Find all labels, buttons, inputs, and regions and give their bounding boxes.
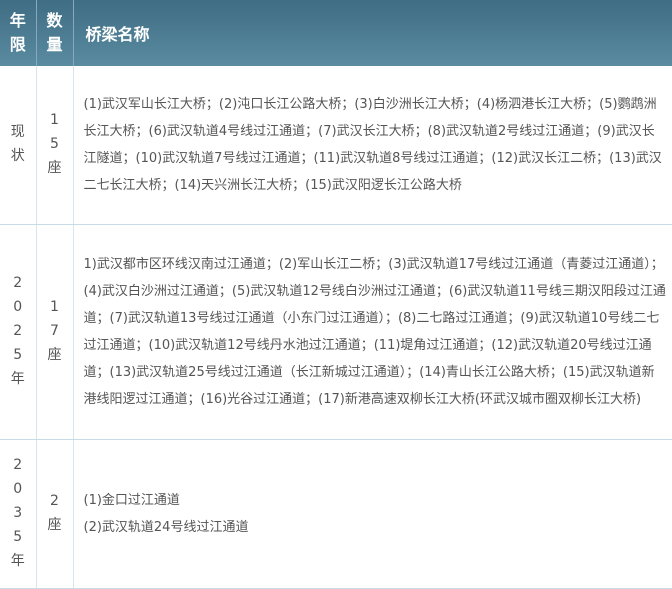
header-count-text: 数量 (46, 11, 63, 54)
count-text: 2座 (47, 493, 62, 533)
table-header-row: 年限 数量 桥梁名称 (0, 0, 672, 66)
year-cell: 2025年 (0, 224, 37, 440)
year-text: 2025年 (10, 275, 25, 387)
year-text: 2035年 (10, 457, 25, 569)
header-names: 桥梁名称 (73, 0, 672, 66)
table-row: 现状 15座 (1)武汉军山长江大桥；(2)沌口长江公路大桥；(3)白沙洲长江大… (0, 66, 672, 225)
count-text: 15座 (47, 112, 62, 176)
year-cell: 现状 (0, 66, 37, 225)
list-item: (1)金口过江通道 (83, 493, 180, 508)
year-text: 现状 (10, 124, 25, 164)
names-cell: 1)武汉都市区环线汉南过江通道；(2)军山长江二桥；(3)武汉轨道17号线过江通… (73, 224, 672, 440)
year-cell: 2035年 (0, 439, 37, 589)
header-year: 年限 (0, 0, 37, 66)
header-year-text: 年限 (9, 11, 26, 54)
header-names-text: 桥梁名称 (85, 25, 150, 44)
table-row: 2025年 17座 1)武汉都市区环线汉南过江通道；(2)军山长江二桥；(3)武… (0, 224, 672, 440)
names-cell: (1)金口过江通道 (2)武汉轨道24号线过江通道 (73, 439, 672, 589)
names-cell: (1)武汉军山长江大桥；(2)沌口长江公路大桥；(3)白沙洲长江大桥；(4)杨泗… (73, 66, 672, 225)
count-cell: 2座 (36, 439, 74, 589)
bridge-plan-table: 年限 数量 桥梁名称 现状 15座 (1)武汉军山长江大桥；(2)沌口长江公路大… (0, 0, 672, 589)
table-row: 2035年 2座 (1)金口过江通道 (2)武汉轨道24号线过江通道 (0, 439, 672, 589)
count-cell: 17座 (36, 224, 74, 440)
count-cell: 15座 (36, 66, 74, 225)
count-text: 17座 (47, 299, 62, 363)
list-item: (2)武汉轨道24号线过江通道 (83, 520, 249, 535)
header-count: 数量 (36, 0, 74, 66)
